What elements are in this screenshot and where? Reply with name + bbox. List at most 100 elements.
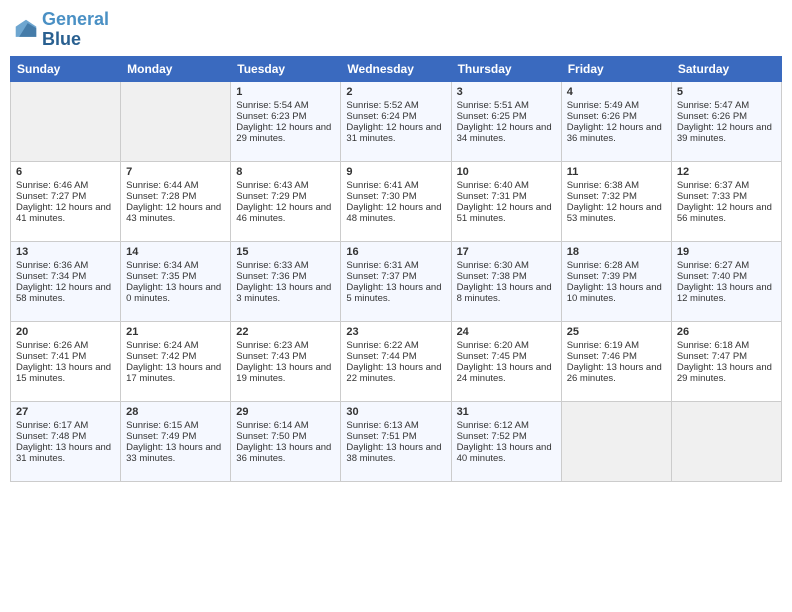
day-number: 12 — [677, 166, 776, 178]
daylight-text: Daylight: 12 hours and 43 minutes. — [126, 202, 225, 224]
daylight-text: Daylight: 13 hours and 0 minutes. — [126, 282, 225, 304]
sunrise-text: Sunrise: 6:31 AM — [346, 260, 445, 271]
calendar-cell: 25Sunrise: 6:19 AMSunset: 7:46 PMDayligh… — [561, 321, 671, 401]
calendar-week-row: 6Sunrise: 6:46 AMSunset: 7:27 PMDaylight… — [11, 161, 782, 241]
calendar-cell — [11, 81, 121, 161]
sunrise-text: Sunrise: 6:22 AM — [346, 340, 445, 351]
calendar-cell: 27Sunrise: 6:17 AMSunset: 7:48 PMDayligh… — [11, 401, 121, 481]
sunrise-text: Sunrise: 6:20 AM — [457, 340, 556, 351]
weekday-header: Thursday — [451, 56, 561, 81]
weekday-header: Sunday — [11, 56, 121, 81]
calendar-cell: 16 Sunrise: 6:31 AMSunset: 7:37 PMDayligh… — [341, 241, 451, 321]
sunset-text: Sunset: 7:31 PM — [457, 191, 556, 202]
daylight-text: Daylight: 13 hours and 12 minutes. — [677, 282, 776, 304]
daylight-text: Daylight: 12 hours and 46 minutes. — [236, 202, 335, 224]
daylight-text: Daylight: 13 hours and 8 minutes. — [457, 282, 556, 304]
day-number: 2 — [346, 86, 445, 98]
sunset-text: Sunset: 7:42 PM — [126, 351, 225, 362]
sunrise-text: Sunrise: 6:13 AM — [346, 420, 445, 431]
day-number: 19 — [677, 246, 776, 258]
calendar-cell: 6Sunrise: 6:46 AMSunset: 7:27 PMDaylight… — [11, 161, 121, 241]
daylight-text: Daylight: 13 hours and 10 minutes. — [567, 282, 666, 304]
calendar-body: 1Sunrise: 5:54 AMSunset: 6:23 PMDaylight… — [11, 81, 782, 481]
logo: General Blue — [14, 10, 109, 50]
sunset-text: Sunset: 7:40 PM — [677, 271, 776, 282]
daylight-text: Daylight: 13 hours and 5 minutes. — [346, 282, 445, 304]
sunrise-text: Sunrise: 6:37 AM — [677, 180, 776, 191]
daylight-text: Daylight: 13 hours and 36 minutes. — [236, 442, 335, 464]
daylight-text: Daylight: 12 hours and 56 minutes. — [677, 202, 776, 224]
sunset-text: Sunset: 7:50 PM — [236, 431, 335, 442]
day-number: 16 — [346, 246, 445, 258]
day-number: 7 — [126, 166, 225, 178]
sunrise-text: Sunrise: 6:30 AM — [457, 260, 556, 271]
calendar-cell: 8Sunrise: 6:43 AMSunset: 7:29 PMDaylight… — [231, 161, 341, 241]
day-number: 26 — [677, 326, 776, 338]
day-number: 31 — [457, 406, 556, 418]
page-header: General Blue — [10, 10, 782, 50]
sunset-text: Sunset: 7:46 PM — [567, 351, 666, 362]
day-number: 11 — [567, 166, 666, 178]
sunset-text: Sunset: 7:51 PM — [346, 431, 445, 442]
calendar-cell: 29Sunrise: 6:14 AMSunset: 7:50 PMDayligh… — [231, 401, 341, 481]
sunrise-text: Sunrise: 6:23 AM — [236, 340, 335, 351]
weekday-header: Friday — [561, 56, 671, 81]
sunset-text: Sunset: 7:36 PM — [236, 271, 335, 282]
sunset-text: Sunset: 6:26 PM — [567, 111, 666, 122]
calendar-cell: 18Sunrise: 6:28 AMSunset: 7:39 PMDayligh… — [561, 241, 671, 321]
sunset-text: Sunset: 7:37 PM — [346, 271, 445, 282]
calendar-week-row: 1Sunrise: 5:54 AMSunset: 6:23 PMDaylight… — [11, 81, 782, 161]
calendar-cell: 26Sunrise: 6:18 AMSunset: 7:47 PMDayligh… — [671, 321, 781, 401]
weekday-header: Saturday — [671, 56, 781, 81]
daylight-text: Daylight: 12 hours and 31 minutes. — [346, 122, 445, 144]
daylight-text: Daylight: 12 hours and 58 minutes. — [16, 282, 115, 304]
sunset-text: Sunset: 7:43 PM — [236, 351, 335, 362]
weekday-header: Wednesday — [341, 56, 451, 81]
sunrise-text: Sunrise: 6:33 AM — [236, 260, 335, 271]
daylight-text: Daylight: 12 hours and 53 minutes. — [567, 202, 666, 224]
daylight-text: Daylight: 13 hours and 26 minutes. — [567, 362, 666, 384]
calendar-cell: 7Sunrise: 6:44 AMSunset: 7:28 PMDaylight… — [121, 161, 231, 241]
sunrise-text: Sunrise: 5:49 AM — [567, 100, 666, 111]
weekday-header: Tuesday — [231, 56, 341, 81]
calendar-cell: 10Sunrise: 6:40 AMSunset: 7:31 PMDayligh… — [451, 161, 561, 241]
day-number: 6 — [16, 166, 115, 178]
sunset-text: Sunset: 7:45 PM — [457, 351, 556, 362]
sunset-text: Sunset: 7:41 PM — [16, 351, 115, 362]
day-number: 23 — [346, 326, 445, 338]
daylight-text: Daylight: 12 hours and 41 minutes. — [16, 202, 115, 224]
daylight-text: Daylight: 13 hours and 3 minutes. — [236, 282, 335, 304]
sunrise-text: Sunrise: 6:19 AM — [567, 340, 666, 351]
calendar-cell: 28Sunrise: 6:15 AMSunset: 7:49 PMDayligh… — [121, 401, 231, 481]
sunset-text: Sunset: 7:35 PM — [126, 271, 225, 282]
logo-icon — [14, 18, 38, 42]
calendar-week-row: 20Sunrise: 6:26 AMSunset: 7:41 PMDayligh… — [11, 321, 782, 401]
day-number: 10 — [457, 166, 556, 178]
sunset-text: Sunset: 7:32 PM — [567, 191, 666, 202]
sunset-text: Sunset: 7:49 PM — [126, 431, 225, 442]
sunrise-text: Sunrise: 5:54 AM — [236, 100, 335, 111]
daylight-text: Daylight: 13 hours and 24 minutes. — [457, 362, 556, 384]
sunset-text: Sunset: 7:30 PM — [346, 191, 445, 202]
sunrise-text: Sunrise: 6:34 AM — [126, 260, 225, 271]
calendar-cell: 9Sunrise: 6:41 AMSunset: 7:30 PMDaylight… — [341, 161, 451, 241]
sunset-text: Sunset: 7:48 PM — [16, 431, 115, 442]
calendar-cell: 14Sunrise: 6:34 AMSunset: 7:35 PMDayligh… — [121, 241, 231, 321]
day-number: 15 — [236, 246, 335, 258]
sunrise-text: Sunrise: 6:27 AM — [677, 260, 776, 271]
day-number: 1 — [236, 86, 335, 98]
calendar-cell: 4Sunrise: 5:49 AMSunset: 6:26 PMDaylight… — [561, 81, 671, 161]
day-number: 27 — [16, 406, 115, 418]
day-number: 5 — [677, 86, 776, 98]
calendar-cell: 12Sunrise: 6:37 AMSunset: 7:33 PMDayligh… — [671, 161, 781, 241]
calendar-week-row: 27Sunrise: 6:17 AMSunset: 7:48 PMDayligh… — [11, 401, 782, 481]
sunset-text: Sunset: 7:44 PM — [346, 351, 445, 362]
day-number: 21 — [126, 326, 225, 338]
day-number: 3 — [457, 86, 556, 98]
sunset-text: Sunset: 7:28 PM — [126, 191, 225, 202]
sunset-text: Sunset: 6:25 PM — [457, 111, 556, 122]
daylight-text: Daylight: 12 hours and 48 minutes. — [346, 202, 445, 224]
day-number: 13 — [16, 246, 115, 258]
calendar-cell: 30Sunrise: 6:13 AMSunset: 7:51 PMDayligh… — [341, 401, 451, 481]
calendar-cell: 3Sunrise: 5:51 AMSunset: 6:25 PMDaylight… — [451, 81, 561, 161]
